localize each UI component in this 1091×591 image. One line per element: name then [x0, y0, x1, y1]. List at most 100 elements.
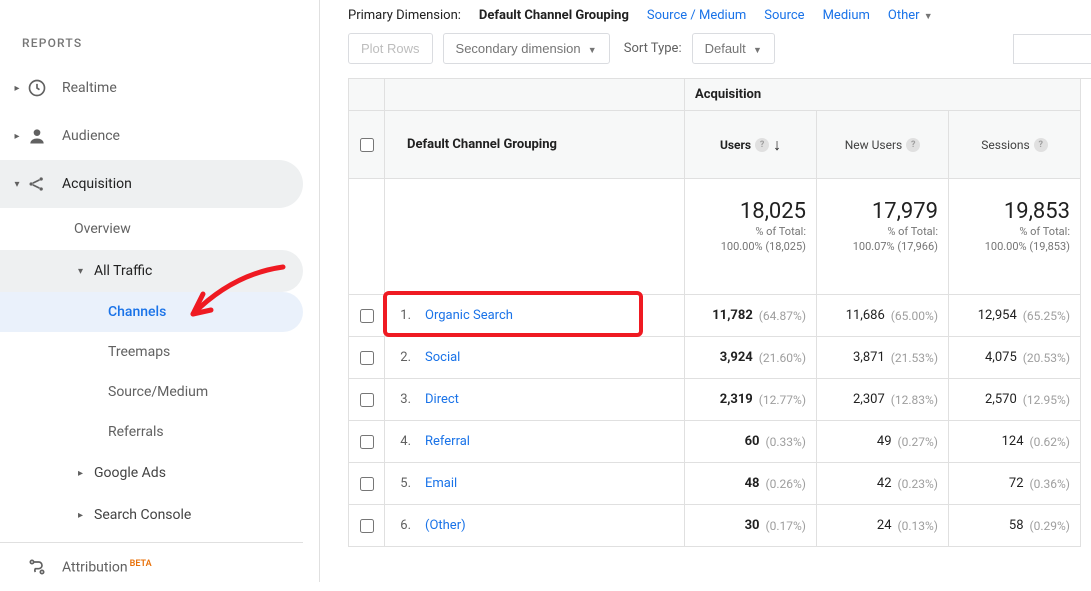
table-row: 2. Social 3,924(21.60%) 3,871(21.53%) 4,…: [349, 337, 1091, 379]
row-sessions: 72(0.36%): [949, 463, 1081, 505]
subsub-referrals[interactable]: Referrals: [0, 412, 303, 452]
clock-icon: [26, 77, 48, 99]
dimension-link-source[interactable]: Source: [764, 8, 804, 23]
nav-attribution[interactable]: AttributionBETA: [0, 543, 303, 591]
th-sessions[interactable]: Sessions ?: [949, 111, 1081, 179]
caret-icon: ▸: [78, 510, 83, 521]
person-icon: [26, 125, 48, 147]
row-link[interactable]: (Other): [425, 518, 466, 533]
row-checkbox[interactable]: [360, 309, 374, 323]
sub-google-ads[interactable]: ▸ Google Ads: [0, 452, 303, 494]
row-name-cell: 4. Referral: [385, 421, 685, 463]
subsub-treemaps[interactable]: Treemaps: [0, 332, 303, 372]
nav-acquisition[interactable]: ▾ Acquisition: [0, 160, 303, 208]
row-check[interactable]: [349, 421, 385, 463]
row-name-cell: 2. Social: [385, 337, 685, 379]
row-sessions: 124(0.62%): [949, 421, 1081, 463]
totals-users: 18,025 % of Total: 100.00% (18,025): [685, 179, 817, 295]
nav-label: Realtime: [62, 80, 117, 96]
row-users: 48(0.26%): [685, 463, 817, 505]
chevron-down-icon: ▼: [588, 45, 597, 55]
data-table: Acquisition Default Channel Grouping Use…: [348, 78, 1091, 547]
totals-new-users: 17,979 % of Total: 100.07% (17,966): [817, 179, 949, 295]
row-link[interactable]: Referral: [425, 434, 470, 449]
checkbox-all[interactable]: [360, 138, 374, 152]
row-number: 4.: [395, 434, 411, 449]
row-check[interactable]: [349, 379, 385, 421]
subsub-channels[interactable]: Channels: [0, 292, 303, 332]
dimension-link-source-medium[interactable]: Source / Medium: [647, 8, 746, 23]
row-link[interactable]: Social: [425, 350, 460, 365]
row-checkbox[interactable]: [360, 435, 374, 449]
th-name-blank: [385, 79, 685, 111]
subsub-label: Referrals: [108, 424, 164, 440]
row-users: 3,924(21.60%): [685, 337, 817, 379]
row-users: 60(0.33%): [685, 421, 817, 463]
row-number: 3.: [395, 392, 411, 407]
th-new-users[interactable]: New Users ?: [817, 111, 949, 179]
th-default-channel-grouping[interactable]: Default Channel Grouping: [385, 111, 685, 179]
row-checkbox[interactable]: [360, 519, 374, 533]
dimension-link-medium[interactable]: Medium: [823, 8, 870, 23]
row-check[interactable]: [349, 295, 385, 337]
row-checkbox[interactable]: [360, 351, 374, 365]
help-icon[interactable]: ?: [755, 138, 769, 152]
help-icon[interactable]: ?: [1034, 138, 1048, 152]
caret-down-icon: ▾: [78, 266, 83, 277]
chevron-down-icon: ▼: [753, 45, 762, 55]
row-link[interactable]: Email: [425, 476, 457, 491]
row-check[interactable]: [349, 505, 385, 547]
share-icon: [26, 173, 48, 195]
row-new-users: 24(0.13%): [817, 505, 949, 547]
row-sessions: 2,570(12.95%): [949, 379, 1081, 421]
nav-realtime[interactable]: ▸ Realtime: [0, 64, 303, 112]
row-users: 11,782(64.87%): [685, 295, 817, 337]
row-new-users: 42(0.23%): [817, 463, 949, 505]
plot-rows-button[interactable]: Plot Rows: [348, 33, 433, 64]
chevron-down-icon: ▼: [922, 12, 933, 22]
th-check: [349, 79, 385, 111]
row-link[interactable]: Direct: [425, 392, 459, 407]
row-name-cell: 6. (Other): [385, 505, 685, 547]
th-check-all[interactable]: [349, 111, 385, 179]
row-check[interactable]: [349, 337, 385, 379]
th-users[interactable]: Users ? ↓: [685, 111, 817, 179]
secondary-dimension-button[interactable]: Secondary dimension ▼: [443, 33, 610, 64]
row-number: 6.: [395, 518, 411, 533]
row-users: 30(0.17%): [685, 505, 817, 547]
row-new-users: 2,307(12.83%): [817, 379, 949, 421]
row-checkbox[interactable]: [360, 393, 374, 407]
row-new-users: 3,871(21.53%): [817, 337, 949, 379]
table-row: 5. Email 48(0.26%) 42(0.23%) 72(0.36%): [349, 463, 1091, 505]
sub-all-traffic[interactable]: ▾ All Traffic: [0, 250, 303, 292]
caret-icon: ▸: [78, 468, 83, 479]
sort-type-label: Sort Type:: [624, 41, 682, 56]
subsub-label: Channels: [108, 304, 166, 320]
sort-type-button[interactable]: Default ▼: [692, 33, 775, 64]
row-number: 2.: [395, 350, 411, 365]
row-check[interactable]: [349, 463, 385, 505]
table-row: 1. Organic Search 11,782(64.87%) 11,686(…: [349, 295, 1091, 337]
caret-icon: ▸: [12, 83, 22, 94]
search-input[interactable]: [1013, 34, 1091, 64]
row-number: 5.: [395, 476, 411, 491]
help-icon[interactable]: ?: [906, 138, 920, 152]
row-sessions: 12,954(65.25%): [949, 295, 1081, 337]
nav-audience[interactable]: ▸ Audience: [0, 112, 303, 160]
table-row: 4. Referral 60(0.33%) 49(0.27%) 124(0.62…: [349, 421, 1091, 463]
dimension-label: Primary Dimension:: [348, 8, 461, 23]
row-new-users: 49(0.27%): [817, 421, 949, 463]
dimension-active[interactable]: Default Channel Grouping: [479, 8, 629, 23]
subsub-label: Treemaps: [108, 344, 170, 360]
sub-label: Overview: [74, 221, 131, 237]
sub-overview[interactable]: Overview: [0, 208, 303, 250]
sub-search-console[interactable]: ▸ Search Console: [0, 494, 303, 536]
nav-label: Audience: [62, 128, 120, 144]
row-checkbox[interactable]: [360, 477, 374, 491]
row-link[interactable]: Organic Search: [425, 308, 513, 323]
totals-check: [349, 179, 385, 295]
dimension-link-other[interactable]: Other ▼: [888, 8, 933, 23]
subsub-source-medium[interactable]: Source/Medium: [0, 372, 303, 412]
row-sessions: 4,075(20.53%): [949, 337, 1081, 379]
row-name-cell: 3. Direct: [385, 379, 685, 421]
